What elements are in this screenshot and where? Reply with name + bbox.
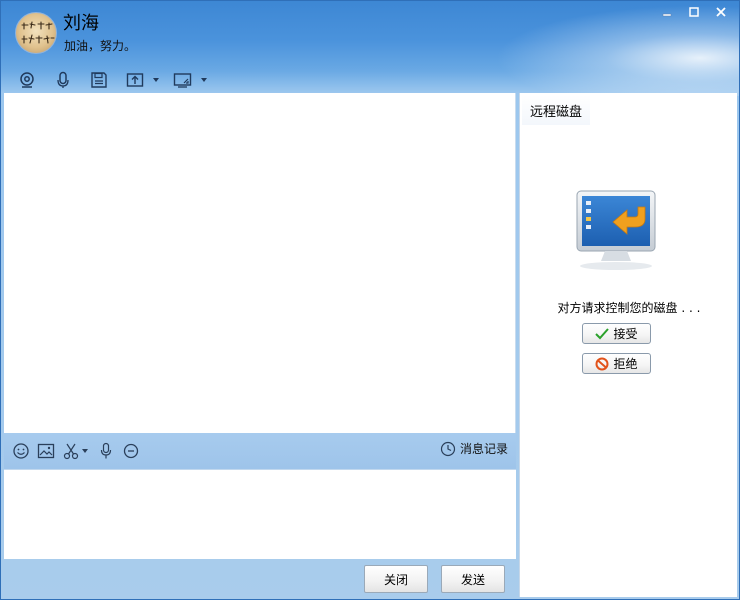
chat-window: 刘海 加油，努力。 消息记录 关闭 发送 远程磁盘 对方请求控制您的磁盘 . .… (0, 0, 740, 600)
save-icon (91, 72, 107, 88)
microphone-icon (57, 71, 69, 88)
accept-label: 接受 (613, 327, 638, 341)
remote-disk-request-text: 对方请求控制您的磁盘 . . . (557, 301, 701, 315)
send-file-button[interactable] (87, 68, 111, 92)
contact-name: 刘海 (63, 13, 99, 34)
input-toolbar: 消息记录 (4, 433, 516, 469)
remote-disk-panel: 远程磁盘 对方请求控制您的磁盘 . . . 接受 拒绝 (519, 93, 737, 597)
scissors-icon (63, 443, 79, 460)
close-button[interactable]: 关闭 (364, 565, 428, 593)
checkmark-icon (595, 327, 610, 339)
window-controls (655, 4, 733, 20)
maximize-icon (689, 7, 699, 17)
remote-desktop-icon (173, 73, 192, 88)
caret-down-icon (82, 449, 88, 453)
minimize-button[interactable] (655, 4, 679, 20)
webcam-button[interactable] (15, 68, 39, 92)
screenshot-dropdown[interactable] (81, 440, 89, 462)
remote-desktop-dropdown[interactable] (199, 68, 209, 92)
tab-remote-disk[interactable]: 远程磁盘 (522, 95, 591, 125)
accept-button[interactable]: 接受 (582, 323, 651, 344)
message-history-button[interactable]: 消息记录 (440, 440, 508, 457)
emoji-icon (13, 443, 29, 459)
maximize-button[interactable] (682, 4, 706, 20)
caret-down-icon (153, 78, 159, 82)
top-toolbar (15, 67, 219, 93)
reject-label: 拒绝 (613, 357, 638, 371)
voice-message-button[interactable] (95, 440, 117, 462)
message-history-label: 消息记录 (459, 442, 508, 456)
message-input[interactable] (4, 469, 516, 559)
share-screen-dropdown[interactable] (151, 68, 161, 92)
more-button[interactable] (120, 440, 142, 462)
image-icon (37, 443, 55, 459)
contact-status: 加油，努力。 (64, 39, 137, 53)
share-screen-icon (126, 73, 144, 87)
monitor-icon (576, 190, 656, 270)
caret-down-icon (201, 78, 207, 82)
send-button[interactable]: 发送 (441, 565, 505, 593)
voice-call-button[interactable] (51, 68, 75, 92)
share-screen-button[interactable] (123, 68, 147, 92)
avatar-calligraphy-icon (21, 21, 55, 44)
emoji-button[interactable] (10, 440, 32, 462)
remote-desktop-button[interactable] (171, 68, 195, 92)
avatar[interactable] (15, 12, 57, 54)
screenshot-button[interactable] (60, 440, 82, 462)
minus-circle-icon (123, 443, 139, 459)
webcam-icon (20, 72, 34, 88)
microphone-icon (100, 442, 112, 459)
prohibited-icon (595, 357, 609, 370)
minimize-icon (662, 13, 672, 17)
reject-button[interactable]: 拒绝 (582, 353, 651, 374)
message-history-pane[interactable] (4, 93, 516, 433)
clock-icon (440, 441, 456, 456)
image-button[interactable] (35, 440, 57, 462)
close-icon (716, 7, 726, 17)
close-window-button[interactable] (709, 4, 733, 20)
